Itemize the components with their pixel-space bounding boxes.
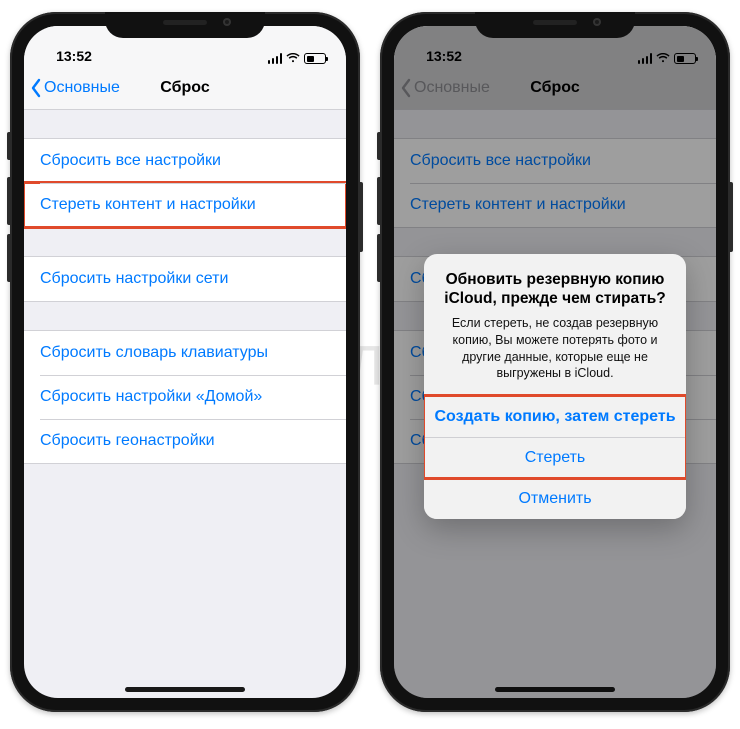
chevron-left-icon [30, 78, 42, 98]
alert-cancel-button[interactable]: Отменить [424, 478, 686, 519]
row-reset-home-layout[interactable]: Сбросить настройки «Домой» [24, 375, 346, 419]
home-indicator[interactable] [125, 687, 245, 692]
phone-frame-left: 13:52 Основные Сброс Сбросить [10, 12, 360, 712]
status-time: 13:52 [44, 48, 104, 64]
row-reset-all-settings[interactable]: Сбросить все настройки [24, 139, 346, 183]
back-button[interactable]: Основные [24, 78, 120, 98]
nav-bar: Основные Сброс [24, 66, 346, 110]
home-indicator[interactable] [495, 687, 615, 692]
alert-title: Обновить резервную копию iCloud, прежде … [438, 270, 672, 309]
settings-list: Сбросить все настройки Стереть контент и… [24, 110, 346, 464]
row-reset-network[interactable]: Сбросить настройки сети [24, 257, 346, 301]
row-reset-location[interactable]: Сбросить геонастройки [24, 419, 346, 463]
wifi-icon [286, 53, 300, 64]
comparison-stage: 13:52 Основные Сброс Сбросить [0, 0, 740, 724]
battery-icon [304, 53, 326, 64]
alert-backup-then-erase-button[interactable]: Создать копию, затем стереть [424, 396, 686, 437]
alert-message: Если стереть, не создав резервную копию,… [438, 315, 672, 383]
phone-frame-right: 13:52 Основные Сброс Сбросить [380, 12, 730, 712]
row-erase-content-settings[interactable]: Стереть контент и настройки [24, 183, 346, 227]
cellular-icon [268, 53, 283, 64]
alert-highlighted-actions: Создать копию, затем стереть Стереть [424, 396, 686, 478]
alert-dialog: Обновить резервную копию iCloud, прежде … [424, 254, 686, 519]
screen-left: 13:52 Основные Сброс Сбросить [24, 26, 346, 698]
screen-right: 13:52 Основные Сброс Сбросить [394, 26, 716, 698]
notch [475, 12, 635, 38]
row-reset-keyboard-dict[interactable]: Сбросить словарь клавиатуры [24, 331, 346, 375]
alert-erase-button[interactable]: Стереть [424, 437, 686, 478]
notch [105, 12, 265, 38]
back-label: Основные [44, 79, 120, 97]
